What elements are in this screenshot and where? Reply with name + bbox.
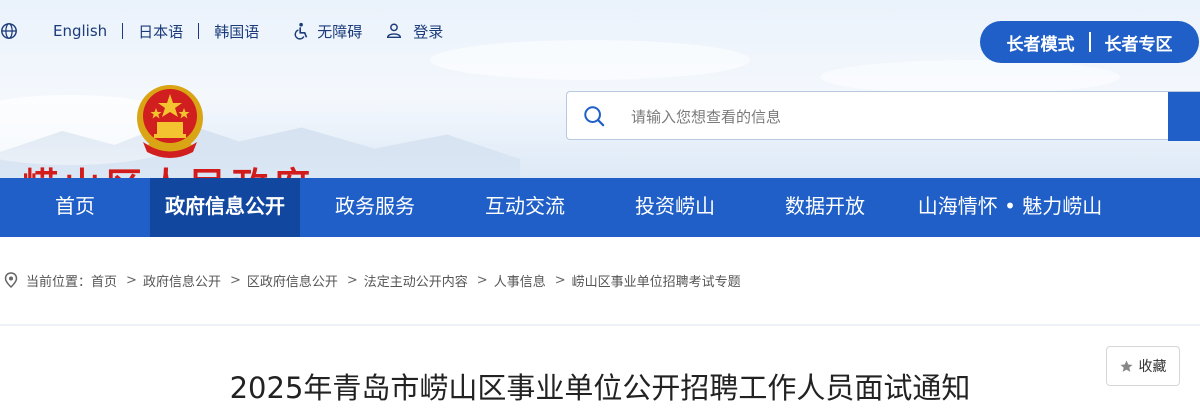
cloud-decoration (430, 40, 750, 80)
english-link[interactable]: English (53, 22, 107, 40)
breadcrumb-district-gov-info[interactable]: 区政府信息公开 (247, 271, 338, 290)
elder-divider (1088, 32, 1091, 52)
accessibility-link[interactable]: 无障碍 (293, 21, 362, 42)
elder-mode-bar: 长者模式 长者专区 (980, 21, 1199, 63)
breadcrumb-personnel[interactable]: 人事信息 (494, 271, 546, 290)
breadcrumb-exam-topic[interactable]: 崂山区事业单位招聘考试专题 (572, 271, 741, 290)
user-icon (387, 23, 402, 39)
globe-icon (1, 23, 17, 39)
nav-item-gov-info[interactable]: 政府信息公开 (150, 178, 300, 237)
national-emblem-icon[interactable] (135, 82, 205, 158)
article-title: 2025年青岛市崂山区事业单位公开招聘工作人员面试通知 (229, 371, 971, 405)
japanese-link[interactable]: 日本语 (138, 21, 183, 42)
link-separator (122, 23, 124, 39)
nav-item-gov-service[interactable]: 政务服务 (320, 178, 430, 237)
accessibility-icon (294, 22, 308, 40)
breadcrumb-separator: > (229, 272, 241, 288)
cloud-decoration (820, 60, 1120, 94)
breadcrumb-separator: > (554, 272, 566, 288)
login-link[interactable]: 登录 (385, 21, 443, 42)
elder-mode-button[interactable]: 长者模式 (1007, 30, 1075, 55)
section-divider (0, 324, 1200, 326)
nav-item-interaction[interactable]: 互动交流 (470, 178, 580, 237)
breadcrumb-separator: > (346, 272, 358, 288)
nav-item-open-data[interactable]: 数据开放 (770, 178, 880, 237)
location-pin-icon (4, 272, 18, 288)
breadcrumb-home[interactable]: 首页 (91, 271, 117, 290)
breadcrumb-separator: > (126, 272, 137, 288)
nav-item-charm[interactable]: 山海情怀 • 魅力崂山 (905, 178, 1115, 237)
breadcrumb: 当前位置： 首页 > 政府信息公开 > 区政府信息公开 > 法定主动公开内容 >… (4, 268, 741, 292)
search-bar (566, 91, 1200, 141)
korean-link[interactable]: 韩国语 (214, 21, 259, 42)
search-button[interactable] (1168, 92, 1200, 141)
breadcrumb-prefix: 当前位置： (26, 274, 92, 290)
breadcrumb-gov-info[interactable]: 政府信息公开 (143, 271, 221, 290)
breadcrumb-statutory[interactable]: 法定主动公开内容 (364, 271, 468, 290)
breadcrumb-separator: > (476, 272, 488, 288)
top-links: English 日本语 韩国语 无障碍 登录 (0, 20, 443, 42)
site-title: 崂山区人民政府 (22, 160, 316, 178)
search-icon[interactable] (583, 105, 605, 127)
link-separator (198, 23, 200, 39)
accessibility-label: 无障碍 (317, 22, 363, 41)
main-nav: 首页 政府信息公开 政务服务 互动交流 投资崂山 数据开放 山海情怀 • 魅力崂… (0, 178, 1200, 237)
search-input[interactable] (629, 100, 1153, 134)
nav-item-home[interactable]: 首页 (22, 178, 128, 237)
nav-item-invest[interactable]: 投资崂山 (620, 178, 730, 237)
login-label: 登录 (413, 22, 444, 41)
elder-zone-button[interactable]: 长者专区 (1105, 30, 1173, 55)
